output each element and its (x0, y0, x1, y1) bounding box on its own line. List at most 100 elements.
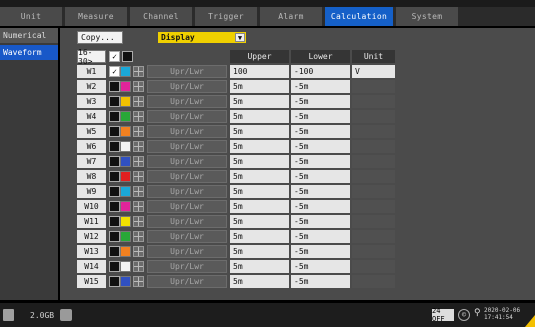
unit-field[interactable] (352, 140, 395, 153)
upr-lwr-button[interactable]: Upr/Lwr (147, 275, 227, 288)
enable-checkbox[interactable] (109, 126, 120, 137)
enable-checkbox[interactable] (109, 246, 120, 257)
upper-field[interactable]: 100 (230, 65, 289, 78)
grid-icon[interactable] (133, 141, 144, 152)
grid-icon[interactable] (133, 111, 144, 122)
grid-icon[interactable] (133, 231, 144, 242)
color-swatch[interactable] (120, 276, 131, 287)
color-swatch[interactable] (120, 141, 131, 152)
unit-field[interactable] (352, 80, 395, 93)
color-swatch[interactable] (120, 156, 131, 167)
upr-lwr-button[interactable]: Upr/Lwr (147, 155, 227, 168)
grid-icon[interactable] (133, 261, 144, 272)
upper-field[interactable]: 5m (230, 125, 289, 138)
enable-checkbox[interactable] (109, 231, 120, 242)
upr-lwr-button[interactable]: Upr/Lwr (147, 200, 227, 213)
enable-checkbox[interactable] (109, 171, 120, 182)
lower-field[interactable]: -5m (291, 215, 350, 228)
upr-lwr-button[interactable]: Upr/Lwr (147, 125, 227, 138)
upr-lwr-button[interactable]: Upr/Lwr (147, 230, 227, 243)
color-swatch[interactable] (120, 66, 131, 77)
grid-icon[interactable] (133, 96, 144, 107)
unit-field[interactable] (352, 95, 395, 108)
unit-field[interactable] (352, 260, 395, 273)
grid-icon[interactable] (133, 171, 144, 182)
copy-button[interactable]: Copy... (77, 31, 123, 44)
lower-field[interactable]: -5m (291, 185, 350, 198)
grid-icon[interactable] (133, 126, 144, 137)
color-swatch[interactable] (120, 186, 131, 197)
tab-trigger[interactable]: Trigger (195, 7, 257, 26)
unit-field[interactable] (352, 110, 395, 123)
lower-field[interactable]: -5m (291, 80, 350, 93)
upr-lwr-button[interactable]: Upr/Lwr (147, 110, 227, 123)
upper-field[interactable]: 5m (230, 155, 289, 168)
enable-checkbox[interactable] (109, 201, 120, 212)
enable-checkbox[interactable] (109, 141, 120, 152)
enable-checkbox[interactable] (109, 216, 120, 227)
enable-checkbox[interactable] (109, 276, 120, 287)
unit-field[interactable] (352, 245, 395, 258)
enable-checkbox[interactable] (109, 156, 120, 167)
grid-icon[interactable] (133, 186, 144, 197)
grid-icon[interactable] (133, 156, 144, 167)
unit-field[interactable]: V (352, 65, 395, 78)
unit-field[interactable] (352, 230, 395, 243)
color-swatch[interactable] (120, 111, 131, 122)
grid-icon[interactable] (133, 276, 144, 287)
enable-checkbox[interactable]: ✓ (109, 66, 120, 77)
sidebar-item-numerical[interactable]: Numerical (0, 28, 58, 43)
upper-field[interactable]: 5m (230, 215, 289, 228)
upr-lwr-button[interactable]: Upr/Lwr (147, 185, 227, 198)
unit-field[interactable] (352, 215, 395, 228)
enable-checkbox[interactable] (109, 81, 120, 92)
tab-measure[interactable]: Measure (65, 7, 127, 26)
sidebar-item-waveform[interactable]: Waveform (0, 45, 58, 60)
upper-field[interactable]: 5m (230, 245, 289, 258)
upr-lwr-button[interactable]: Upr/Lwr (147, 65, 227, 78)
lower-field[interactable]: -5m (291, 245, 350, 258)
upper-field[interactable]: 5m (230, 275, 289, 288)
lower-field[interactable]: -100 (291, 65, 350, 78)
color-swatch[interactable] (120, 231, 131, 242)
enable-checkbox[interactable] (109, 111, 120, 122)
select-all-checkbox[interactable]: ✓ (109, 51, 120, 62)
lower-field[interactable]: -5m (291, 125, 350, 138)
unit-field[interactable] (352, 170, 395, 183)
lower-field[interactable]: -5m (291, 200, 350, 213)
tab-system[interactable]: System (396, 7, 458, 26)
color-swatch[interactable] (120, 201, 131, 212)
upper-field[interactable]: 5m (230, 200, 289, 213)
upr-lwr-button[interactable]: Upr/Lwr (147, 170, 227, 183)
select-none-checkbox[interactable] (122, 51, 133, 62)
lower-field[interactable]: -5m (291, 230, 350, 243)
tab-channel[interactable]: Channel (130, 7, 192, 26)
lower-field[interactable]: -5m (291, 275, 350, 288)
range-button[interactable]: 16-30> (77, 48, 106, 66)
lower-field[interactable]: -5m (291, 95, 350, 108)
color-swatch[interactable] (120, 171, 131, 182)
color-swatch[interactable] (120, 126, 131, 137)
upr-lwr-button[interactable]: Upr/Lwr (147, 260, 227, 273)
grid-icon[interactable] (133, 81, 144, 92)
upr-lwr-button[interactable]: Upr/Lwr (147, 95, 227, 108)
color-swatch[interactable] (120, 246, 131, 257)
upper-field[interactable]: 5m (230, 185, 289, 198)
tab-calculation[interactable]: Calculation (325, 7, 393, 26)
upper-field[interactable]: 5m (230, 260, 289, 273)
lower-field[interactable]: -5m (291, 260, 350, 273)
upr-lwr-button[interactable]: Upr/Lwr (147, 80, 227, 93)
unit-field[interactable] (352, 185, 395, 198)
tab-unit[interactable]: Unit (0, 7, 62, 26)
color-swatch[interactable] (120, 216, 131, 227)
upr-lwr-button[interactable]: Upr/Lwr (147, 215, 227, 228)
enable-checkbox[interactable] (109, 186, 120, 197)
grid-icon[interactable] (133, 201, 144, 212)
lower-field[interactable]: -5m (291, 140, 350, 153)
tab-alarm[interactable]: Alarm (260, 7, 322, 26)
upper-field[interactable]: 5m (230, 170, 289, 183)
grid-icon[interactable] (133, 246, 144, 257)
upper-field[interactable]: 5m (230, 110, 289, 123)
color-swatch[interactable] (120, 81, 131, 92)
lower-field[interactable]: -5m (291, 155, 350, 168)
